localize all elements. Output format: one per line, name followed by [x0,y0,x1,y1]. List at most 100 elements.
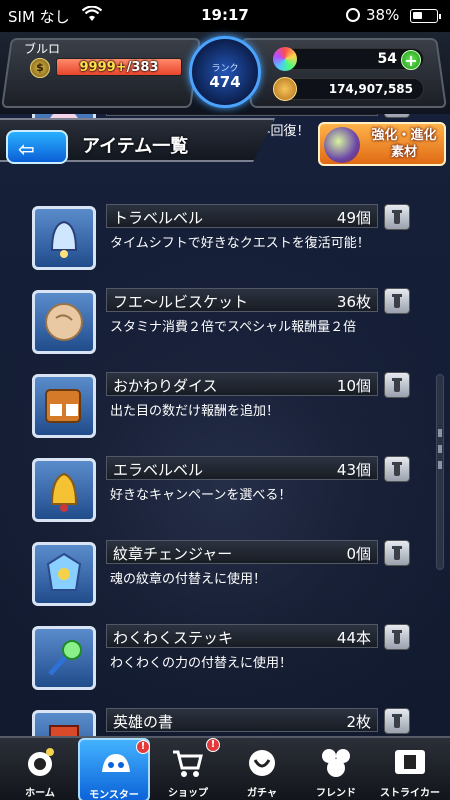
item-count: 2枚 [346,713,371,731]
item-list-panel: ミラクルミンHPが0になった際にHPのみ回復！トラベルベル49個タイムシフトで好… [0,114,450,736]
coin-counter: 174,907,585 [273,77,424,101]
item-name: フエ〜ルビスケット [113,293,249,311]
item-icon-frame[interactable] [32,458,96,522]
item-icon-frame[interactable] [32,542,96,606]
stamina-max: /383 [126,60,159,75]
item-name-bar: ミラクルミン [106,114,378,116]
orb-icon [273,47,297,71]
nav-gacha[interactable]: ガチャ [226,738,298,800]
item-name-bar: 英雄の書 2枚 [106,708,378,732]
friend-icon [322,749,350,777]
item-name-bar: わくわくステッキ 44本 [106,624,378,648]
shop-alert-badge: ! [206,738,220,752]
page-title: アイテム一覧 [82,136,189,157]
item-row[interactable]: 紋章チェンジャー 0個魂の紋章の付替えに使用！ [0,534,450,618]
battery-icon [410,9,441,23]
item-name: 英雄の書 [113,713,174,731]
item-icon-frame[interactable] [32,626,96,690]
item-count: 43個 [336,461,371,479]
item-info-button[interactable] [384,288,410,314]
rotation-lock-icon [346,8,360,22]
item-info-button[interactable] [384,372,410,398]
item-row[interactable]: トラベルベル 49個タイムシフトで好きなクエストを復活可能！ [0,198,450,282]
item-icon-frame[interactable] [32,710,96,736]
emblem-changer-icon [46,552,82,591]
item-description: 好きなキャンペーンを選べる！ [110,488,292,503]
item-name: わくわくステッキ [113,629,234,647]
item-info-button[interactable] [384,540,410,566]
item-description: スタミナ消費２倍でスペシャル報酬量２倍 [110,320,357,335]
item-name: おかわりダイス [113,377,218,395]
item-info-button[interactable] [384,624,410,650]
home-icon [28,748,54,776]
back-arrow-icon: ⇦ [18,137,35,161]
stamina-text: 9999+/383 [57,59,181,75]
player-name: ブルロ [24,42,61,56]
cart-icon [173,750,203,777]
item-info-button[interactable] [384,708,410,734]
item-name-bar: おかわりダイス 10個 [106,372,378,396]
item-count: 0個 [346,545,371,563]
scroll-grip-icon [438,429,442,469]
erabel-bell-icon [50,472,78,512]
item-icon-frame[interactable] [32,290,96,354]
nav-striker[interactable]: ストライカー [374,738,446,800]
nav-gacha-label: ガチャ [247,788,277,799]
item-name: エラベルベル [113,461,204,479]
nav-friend[interactable]: フレンド [300,738,372,800]
monster-alert-badge: ! [136,740,150,754]
nav-monster[interactable]: モンスター ! [78,738,150,800]
add-gems-button[interactable]: + [401,50,421,70]
item-count: 36枚 [336,293,371,311]
item-name: トラベルベル [113,209,204,227]
rank-badge[interactable]: ランク 474 [189,36,261,108]
item-row[interactable]: エラベルベル 43個好きなキャンペーンを選べる！ [0,450,450,534]
item-name: ミラクルミン [113,114,203,116]
dice-icon [45,389,81,423]
item-info-button[interactable] [384,456,410,482]
item-name-bar: エラベルベル 43個 [106,456,378,480]
wakuwaku-stick-icon [48,640,82,676]
item-row[interactable]: 英雄の書 2枚 [0,702,450,736]
battery-percent: 38% [366,6,400,24]
back-button[interactable]: ⇦ [6,130,68,164]
item-name-bar: トラベルベル 49個 [106,204,378,228]
exp-icon: $ [30,58,50,78]
hero-book-icon [49,725,79,736]
stamina-current: 9999+ [79,60,127,75]
nav-striker-label: ストライカー [380,788,440,799]
nav-friend-label: フレンド [316,788,356,799]
item-description: タイムシフトで好きなクエストを復活可能！ [110,236,370,251]
scrollbar[interactable] [436,374,444,570]
stamina-bar[interactable]: 9999+/383 [56,58,182,76]
item-row[interactable]: わくわくステッキ 44本わくわくの力の付替えに使用！ [0,618,450,702]
item-info-button[interactable] [384,204,410,230]
status-bar: SIM なし 19:17 38% [0,0,450,32]
item-icon-frame[interactable] [32,374,96,438]
nav-home[interactable]: ホーム [4,738,76,800]
item-count: 49個 [336,209,371,227]
gem-counter: 54 + [273,47,424,71]
item-row[interactable]: おかわりダイス 10個出た目の数だけ報酬を追加！ [0,366,450,450]
striker-icon [395,750,425,774]
item-description: わくわくの力の付替えに使用！ [110,656,293,671]
travel-bell-icon [50,220,78,258]
item-count: 10個 [336,377,371,395]
item-row[interactable]: フエ〜ルビスケット 36枚スタミナ消費２倍でスペシャル報酬量２倍 [0,282,450,366]
item-icon-frame[interactable] [32,206,96,270]
item-description: 魂の紋章の付替えに使用！ [110,572,267,587]
gacha-icon [249,750,275,776]
nav-monster-label: モンスター [89,790,139,800]
nav-shop[interactable]: ショップ ! [152,738,224,800]
coin-count: 174,907,585 [328,82,413,96]
item-info-button[interactable] [384,114,410,118]
item-name-bar: 紋章チェンジャー 0個 [106,540,378,564]
rank-number: 474 [209,73,241,91]
gem-count: 54 [377,51,397,67]
biscuit-icon [45,303,83,341]
nav-shop-label: ショップ [168,788,208,799]
item-description: 出た目の数だけ報酬を追加！ [110,404,280,419]
evolve-materials-button[interactable]: 強化・進化 素材 [318,122,446,166]
item-name: 紋章チェンジャー [113,545,233,563]
evolve-label: 強化・進化 素材 [364,127,444,161]
